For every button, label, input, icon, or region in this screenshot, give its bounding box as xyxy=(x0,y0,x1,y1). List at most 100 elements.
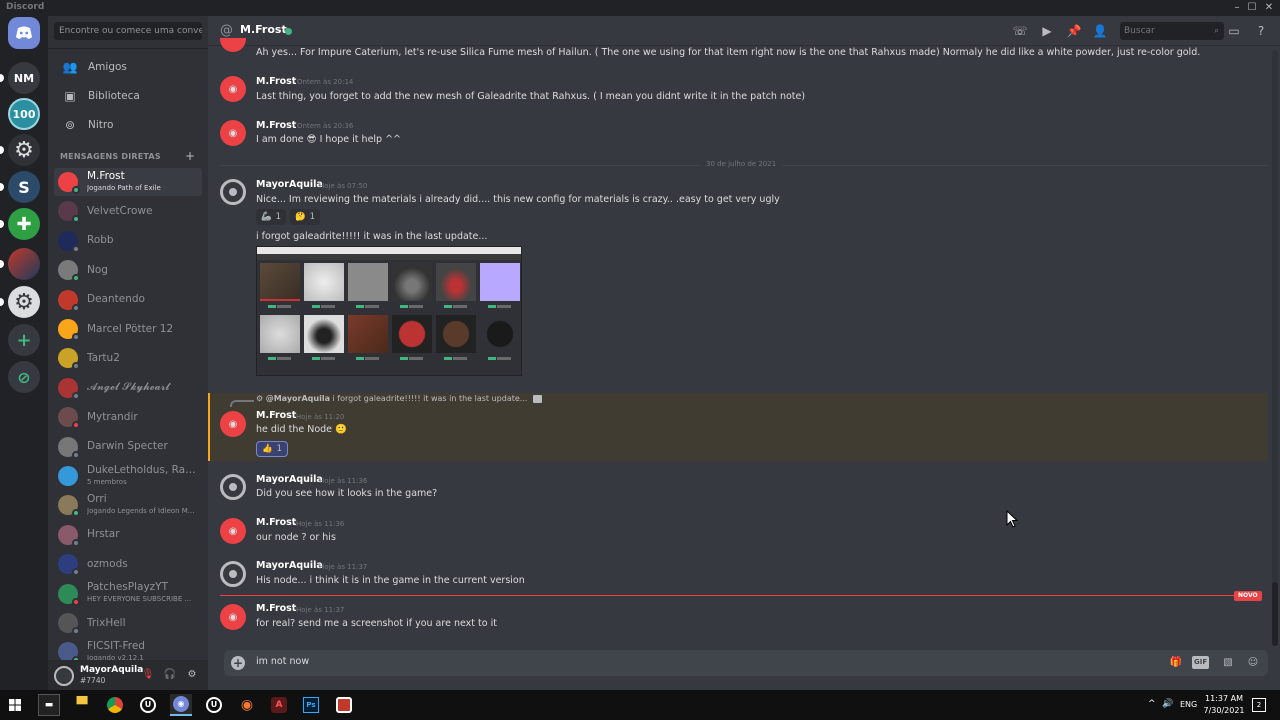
windows-start-icon[interactable] xyxy=(4,694,26,716)
avatar[interactable] xyxy=(220,179,246,205)
video-icon[interactable]: ▶ xyxy=(1039,23,1055,39)
message-author[interactable]: M.Frost xyxy=(256,76,296,87)
nav-library[interactable]: ▣ Biblioteca xyxy=(54,83,202,109)
create-dm-button[interactable]: + xyxy=(185,149,195,163)
notifications-icon[interactable]: 2 xyxy=(1252,698,1266,712)
material-thumbnail xyxy=(260,263,300,301)
message-author[interactable]: M.Frost xyxy=(256,410,296,421)
unreal-engine-icon[interactable]: U xyxy=(137,694,159,716)
volume-icon[interactable]: 🔊 xyxy=(1162,699,1173,709)
home-button[interactable] xyxy=(8,17,40,49)
app-red-icon[interactable] xyxy=(333,694,355,716)
gif-button[interactable]: GIF xyxy=(1192,656,1210,669)
headphones-icon[interactable]: 🎧 xyxy=(163,668,177,682)
clock-time[interactable]: 11:37 AM xyxy=(1202,694,1246,703)
nav-nitro[interactable]: ⊚ Nitro xyxy=(54,112,202,138)
server-nm[interactable]: NM xyxy=(8,62,40,94)
reaction[interactable]: 🤔 1 xyxy=(290,209,321,225)
dm-item[interactable]: Marcel Pötter 12 xyxy=(54,315,202,343)
scrollbar-thumb[interactable] xyxy=(1272,582,1278,646)
help-icon[interactable]: ? xyxy=(1253,23,1269,39)
dm-item[interactable]: Mytrandir xyxy=(54,403,202,431)
call-icon[interactable]: ☏ xyxy=(1012,23,1028,39)
scrollbar-track[interactable] xyxy=(1272,50,1278,646)
reply-preview[interactable]: ⚙ @MayorAquila i forgot galeadrite!!!!! … xyxy=(256,394,542,403)
server-100[interactable]: 100 xyxy=(8,98,40,130)
dm-item[interactable]: Orri Jogando Legends of Idleon M... xyxy=(54,491,202,519)
app-a-icon[interactable]: A xyxy=(268,694,290,716)
dm-item[interactable]: Hrstar xyxy=(54,521,202,549)
upload-plus-icon[interactable]: + xyxy=(231,656,245,670)
dm-item[interactable]: DukeLetholdus, Rahx... 5 membros xyxy=(54,462,202,490)
dm-item[interactable]: Nog xyxy=(54,256,202,284)
file-explorer-icon[interactable]: ▀ xyxy=(71,694,93,716)
terminal-icon[interactable]: ▬ xyxy=(38,694,60,716)
gift-icon[interactable]: 🎁 xyxy=(1168,655,1184,671)
avatar[interactable] xyxy=(220,561,246,587)
message-author[interactable]: MayorAquila xyxy=(256,179,323,190)
unreal-engine-icon[interactable]: U xyxy=(203,694,225,716)
status-indicator-icon xyxy=(72,450,80,459)
message-composer[interactable]: + im not now 🎁 GIF ▧ ☺ xyxy=(224,650,1268,676)
chevron-up-icon[interactable]: ^ xyxy=(1148,699,1156,709)
message-author[interactable]: MayorAquila xyxy=(256,560,323,571)
status-indicator-icon xyxy=(72,597,80,606)
emoji-picker-icon[interactable]: ☺ xyxy=(1245,655,1261,671)
dm-item[interactable]: M.Frost Jogando Path of Exile xyxy=(54,168,202,196)
blender-icon[interactable]: ◉ xyxy=(236,694,258,716)
dm-item[interactable]: PatchesPlayzYT HEY EVERYONE SUBSCRIBE ... xyxy=(54,580,202,608)
minimize-button[interactable]: – xyxy=(1230,1,1244,15)
maximize-button[interactable]: ☐ xyxy=(1245,1,1259,15)
sticker-icon[interactable]: ▧ xyxy=(1220,655,1236,671)
message-author[interactable]: M.Frost xyxy=(256,517,296,528)
dm-name: Hrstar xyxy=(87,529,120,541)
dm-item[interactable]: Tartu2 xyxy=(54,344,202,372)
avatar[interactable]: ◉ xyxy=(220,604,246,630)
user-avatar[interactable] xyxy=(54,666,74,686)
clock-date[interactable]: 7/30/2021 xyxy=(1202,706,1246,715)
close-button[interactable]: ✕ xyxy=(1262,1,1276,15)
message-author[interactable]: M.Frost xyxy=(256,120,296,131)
server-gear-light[interactable]: ⚙ xyxy=(8,286,40,318)
header-search-input[interactable]: Buscar ⌕ xyxy=(1120,22,1224,40)
add-friend-icon[interactable]: 👤 xyxy=(1092,23,1108,39)
avatar[interactable] xyxy=(220,38,246,52)
discord-icon[interactable]: ◉ xyxy=(170,694,192,716)
message-author[interactable]: MayorAquila xyxy=(256,474,323,485)
material-label xyxy=(260,356,300,361)
message-input[interactable]: im not now xyxy=(256,656,309,667)
photoshop-icon[interactable]: Ps xyxy=(300,694,322,716)
reaction[interactable]: 🦾 1 xyxy=(256,209,287,225)
dm-item[interactable]: VelvetCrowe xyxy=(54,197,202,225)
inbox-icon[interactable]: ▭ xyxy=(1226,23,1242,39)
chrome-icon[interactable] xyxy=(104,694,126,716)
server-green-plus[interactable]: ✚ xyxy=(8,208,40,240)
avatar[interactable] xyxy=(220,474,246,500)
message-author[interactable]: M.Frost xyxy=(256,603,296,614)
avatar[interactable]: ◉ xyxy=(220,518,246,544)
dm-item[interactable]: 𝓐𝓷𝓰𝓮𝓵 𝓢𝓴𝔂𝓱𝓮𝓪𝓻𝓽 xyxy=(54,374,202,402)
dm-item[interactable]: ozmods xyxy=(54,550,202,578)
explore-servers-button[interactable]: ⊘ xyxy=(8,361,40,393)
server-gear[interactable]: ⚙ xyxy=(8,134,40,166)
server-s[interactable]: S xyxy=(8,171,40,203)
reaction[interactable]: 👍 1 xyxy=(256,441,289,457)
language-indicator[interactable]: ENG xyxy=(1180,700,1197,709)
dm-item[interactable]: TrixHell xyxy=(54,609,202,637)
nav-friends[interactable]: 👥 Amigos xyxy=(54,54,202,80)
server-planet[interactable] xyxy=(8,248,40,280)
mute-mic-icon[interactable]: 🎙 xyxy=(141,668,155,682)
settings-gear-icon[interactable]: ⚙ xyxy=(185,668,199,682)
pin-icon[interactable]: 📌 xyxy=(1066,23,1082,39)
dm-item[interactable]: Robb xyxy=(54,227,202,255)
dm-name: Nog xyxy=(87,264,108,276)
avatar[interactable]: ◉ xyxy=(220,76,246,102)
image-attachment[interactable] xyxy=(256,246,522,376)
dm-search-input[interactable]: Encontre ou comece uma conversa xyxy=(54,22,202,40)
avatar[interactable]: ◉ xyxy=(220,411,246,437)
avatar[interactable]: ◉ xyxy=(220,120,246,146)
message-timestamp: Ontem às 20:36 xyxy=(297,122,354,130)
dm-item[interactable]: Deantendo xyxy=(54,286,202,314)
dm-item[interactable]: Darwin Specter xyxy=(54,433,202,461)
add-server-button[interactable]: + xyxy=(8,324,40,356)
